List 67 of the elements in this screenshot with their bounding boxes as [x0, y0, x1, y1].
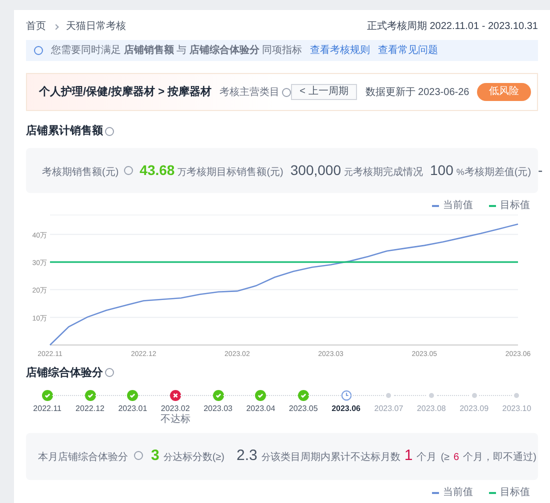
month-label: 2023.06	[332, 405, 360, 413]
check-icon	[127, 390, 138, 400]
month-note: 不达标	[160, 415, 190, 425]
stat-value: 43.68	[140, 160, 175, 180]
legend-label: 目标值	[500, 488, 530, 498]
score-label: 本月店铺综合体验分	[38, 450, 128, 465]
legend-label: 目标值	[500, 200, 530, 210]
month-label: 2023.05	[288, 405, 318, 413]
breadcrumb-link[interactable]: 天猫日常考核	[66, 22, 126, 32]
month-label: 2023.09	[460, 405, 489, 413]
score-value: 3	[151, 446, 160, 466]
check-icon	[42, 390, 53, 400]
target-unit: 分	[261, 451, 270, 464]
fail-rule-value: 6	[454, 451, 460, 465]
target-value: 2.3	[236, 446, 258, 466]
help-icon[interactable]	[124, 166, 133, 174]
breadcrumb-link[interactable]: 首页	[26, 22, 46, 32]
fail-months-value: 1	[404, 446, 413, 466]
previous-period-button[interactable]: < 上一周期	[290, 84, 358, 100]
check-icon	[255, 390, 266, 400]
stat-value: -	[538, 160, 543, 180]
month-label: 2023.08	[416, 405, 446, 413]
fail-months-label: 该类目周期内累计不达标月数	[270, 450, 400, 465]
check-icon	[84, 390, 96, 400]
stat-label: 考核期差值(元)	[464, 166, 532, 180]
stat-unit: 元	[344, 166, 353, 178]
month-label: 2023.07	[374, 405, 404, 413]
month-label: 2022.11	[33, 405, 62, 413]
check-icon	[212, 390, 224, 400]
help-icon[interactable]	[134, 451, 143, 460]
stat-label: 考核期完成情况	[353, 166, 423, 180]
stat-unit: 万	[178, 166, 187, 178]
stat-label: 考核期目标销售额(元)	[186, 166, 284, 180]
fail-months-unit: 个月	[416, 451, 437, 465]
stat-value: 100	[430, 160, 454, 180]
month-label: 2023.10	[502, 405, 532, 413]
chevron-icon	[53, 24, 59, 30]
fail-rule-prefix: (≥	[440, 451, 450, 465]
help-icon[interactable]	[105, 368, 114, 378]
stat-unit: %	[456, 166, 464, 178]
legend-label: 当前值	[443, 200, 473, 210]
risk-badge: 低风险	[477, 83, 532, 101]
month-label: 2022.12	[76, 405, 104, 413]
notice-link[interactable]: 查看考核规则	[310, 43, 370, 58]
month-label: 2023.01	[118, 405, 148, 413]
month-label: 2023.02	[160, 405, 190, 413]
fail-rule-suffix: 个月，即不通过)	[463, 450, 536, 465]
legend-label: 当前值	[443, 488, 473, 498]
category-path: 个人护理/保健/按摩器材 > 按摩器材	[39, 84, 212, 100]
score-unit: 分	[163, 451, 172, 464]
notice-link[interactable]: 查看常见问题	[378, 43, 438, 58]
stat-value: 300,000	[290, 160, 341, 180]
help-icon[interactable]	[105, 126, 114, 136]
section-title: 店铺累计销售额	[26, 124, 103, 139]
target-label: 达标分数(≥)	[172, 450, 224, 465]
month-label: 2023.03	[204, 405, 232, 413]
check-icon	[298, 390, 309, 400]
section-title: 店铺综合体验分	[26, 366, 103, 380]
month-label: 2023.04	[246, 405, 276, 413]
error-icon	[170, 390, 181, 400]
notice-text: 您需要同时满足 店铺销售额 与 店铺综合体验分 同项指标	[51, 43, 302, 58]
assessment-period: 正式考核周期 2022.11.01 - 2023.10.31	[366, 22, 538, 32]
stat-label: 考核期销售额(元)	[42, 166, 119, 180]
info-icon	[34, 46, 43, 55]
clock-icon	[340, 390, 352, 400]
update-time: 数据更新于 2023-06-26	[365, 86, 470, 100]
category-tag: 考核主营类目	[220, 84, 280, 100]
